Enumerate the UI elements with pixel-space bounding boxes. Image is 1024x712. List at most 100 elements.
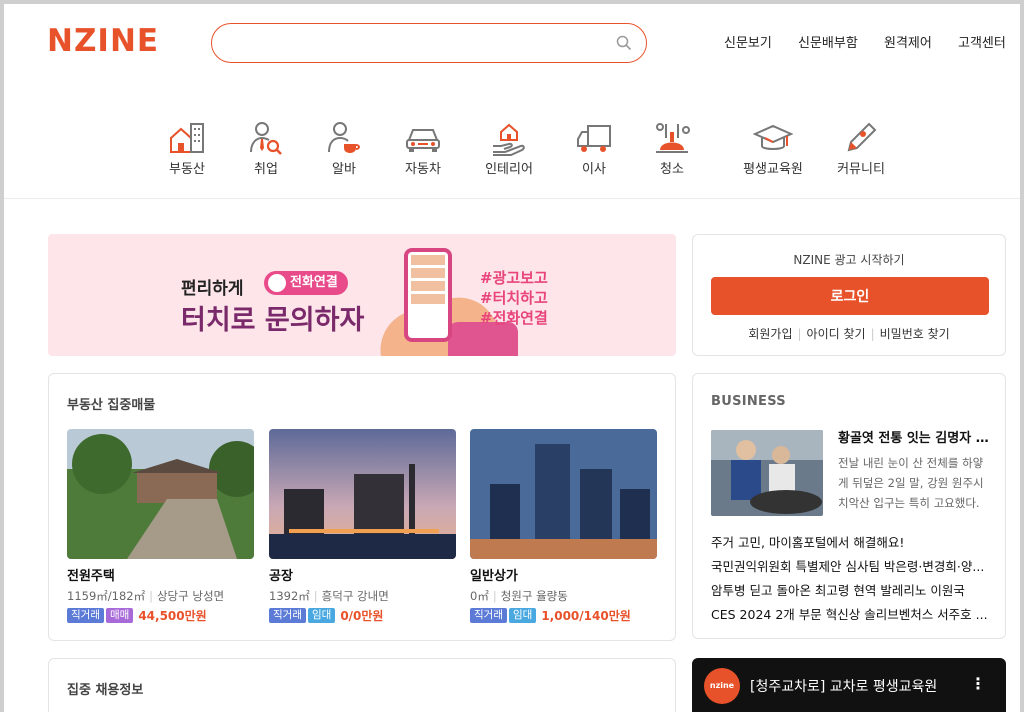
property-price: 1,000/140만원 xyxy=(541,608,631,623)
badge-direct: 직거래 xyxy=(67,608,104,623)
more-options-icon[interactable]: ⋮ xyxy=(970,674,986,693)
category-label: 부동산 xyxy=(169,162,205,177)
category-parttime[interactable]: 알바 xyxy=(304,118,384,179)
category-label: 이사 xyxy=(582,162,606,177)
call-pill-label: 전화연결 xyxy=(290,275,338,290)
property-price: 0/0만원 xyxy=(340,608,384,623)
category-jobs[interactable]: 취업 xyxy=(226,118,306,179)
banner-tag: #터치하고 xyxy=(480,289,548,307)
header: NZINE 신문보기 신문배부함 원격제어 고객센터 xyxy=(0,0,1024,90)
property-title: 공장 xyxy=(269,569,293,584)
badge-lease: 임대 xyxy=(307,608,336,623)
badge-lease: 임대 xyxy=(508,608,537,623)
category-label: 평생교육원 xyxy=(743,162,803,177)
property-meta: 직거래 임대 0/0만원 xyxy=(269,607,456,624)
category-label: 자동차 xyxy=(405,162,441,177)
list-item[interactable]: 국민권익위원회 특별제안 심사팀 박은령·변경희·양... xyxy=(711,555,993,579)
person-search-icon xyxy=(250,122,282,155)
property-info: 1159㎡/182㎡ | 상당구 낭성면 xyxy=(67,589,225,603)
category-cleaning[interactable]: 청소 xyxy=(632,118,712,179)
list-item[interactable]: CES 2024 2개 부문 혁신상 솔리브벤처스 서주호 ... xyxy=(711,603,993,627)
category-label: 인테리어 xyxy=(485,162,533,177)
section-title: BUSINESS xyxy=(711,394,786,409)
login-links: 회원가입 | 아이디 찾기 | 비밀번호 찾기 xyxy=(748,327,950,341)
ad-banner[interactable]: 편리하게 전화연결 터치로 문의하자 #광고보고 #터치하고 #전화연결 xyxy=(48,234,676,356)
category-label: 취업 xyxy=(254,162,278,177)
category-bar: 부동산 취업 알바 자동차 인테리어 이사 청소 평생교육원 커뮤니티 xyxy=(0,118,1024,188)
video-title[interactable]: [청주교차로] 교차로 평생교육원 xyxy=(750,676,960,696)
find-id-link[interactable]: 아이디 찾기 xyxy=(807,327,866,341)
property-card[interactable]: 전원주택 1159㎡/182㎡ | 상당구 낭성면 직거래 매매 44,500만원 xyxy=(67,429,254,624)
car-icon xyxy=(406,129,440,152)
banner-line2: 터치로 문의하자 xyxy=(181,305,365,336)
banner-tag: #광고보고 xyxy=(480,269,548,287)
video-player[interactable]: nzine [청주교차로] 교차로 평생교육원 ⋮ xyxy=(692,658,1006,712)
realestate-section: 부동산 집중매물 전원주택 1159㎡/182㎡ | 상당구 낭성면 직거래 매매 44… xyxy=(48,373,676,641)
property-area: 1159㎡/182㎡ xyxy=(67,589,146,603)
category-label: 알바 xyxy=(332,162,356,177)
business-photo[interactable] xyxy=(711,430,823,516)
badge-sale: 매매 xyxy=(105,608,134,623)
category-lifelong-education[interactable]: 평생교육원 xyxy=(723,118,823,179)
category-real-estate[interactable]: 부동산 xyxy=(147,118,227,179)
property-title: 일반상가 xyxy=(470,569,518,584)
truck-icon xyxy=(577,125,611,152)
property-photo-factory xyxy=(269,429,456,559)
property-location: 상당구 낭성면 xyxy=(156,589,225,603)
top-nav: 신문보기 신문배부함 원격제어 고객센터 xyxy=(0,35,1024,53)
divider xyxy=(4,198,1020,199)
property-card[interactable]: 공장 1392㎡ | 흥덕구 강내면 직거래 임대 0/0만원 xyxy=(269,429,456,624)
building-icon xyxy=(170,123,204,153)
login-box: NZINE 광고 시작하기 로그인 회원가입 | 아이디 찾기 | 비밀번호 찾기 xyxy=(692,234,1006,356)
business-headline[interactable]: 황골엿 전통 잇는 김명자 명인 xyxy=(838,430,990,448)
category-moving[interactable]: 이사 xyxy=(554,118,634,179)
nav-customer-center[interactable]: 고객센터 xyxy=(958,35,1006,53)
cleaning-icon xyxy=(656,123,690,153)
property-area: 0㎡ xyxy=(470,589,489,603)
category-community[interactable]: 커뮤니티 xyxy=(821,118,901,179)
channel-avatar[interactable]: nzine xyxy=(704,668,740,704)
property-area: 1392㎡ xyxy=(269,589,310,603)
property-meta: 직거래 매매 44,500만원 xyxy=(67,607,254,624)
badge-direct: 직거래 xyxy=(470,608,507,623)
nav-newspaper[interactable]: 신문보기 xyxy=(724,35,772,53)
property-photo-commercial xyxy=(470,429,657,559)
banner-line1: 편리하게 xyxy=(181,279,244,299)
property-card[interactable]: 일반상가 0㎡ | 청원구 율량동 직거래 임대 1,000/140만원 xyxy=(470,429,657,624)
find-password-link[interactable]: 비밀번호 찾기 xyxy=(880,327,950,341)
property-location: 청원구 율량동 xyxy=(500,589,568,603)
login-title: NZINE 광고 시작하기 xyxy=(793,253,905,267)
section-title: 부동산 집중매물 xyxy=(67,398,156,413)
phone-icon xyxy=(268,274,286,292)
login-button[interactable]: 로그인 xyxy=(711,277,989,315)
business-list: 주거 고민, 마이홈포털에서 해결해요! 국민권익위원회 특별제안 심사팀 박은… xyxy=(711,531,993,627)
house-hand-icon xyxy=(493,123,525,156)
nav-remote-control[interactable]: 원격제어 xyxy=(884,35,932,53)
category-car[interactable]: 자동차 xyxy=(383,118,463,179)
badge-direct: 직거래 xyxy=(269,608,306,623)
phone-illustration xyxy=(404,248,452,342)
property-info: 1392㎡ | 흥덕구 강내면 xyxy=(269,589,389,603)
banner-tags: #광고보고 #터치하고 #전화연결 xyxy=(480,268,548,328)
property-title: 전원주택 xyxy=(67,569,115,584)
category-interior[interactable]: 인테리어 xyxy=(469,118,549,179)
business-description: 전날 내린 눈이 산 전체를 하얗게 뒤덮은 2일 말, 강원 원주시 치악산 … xyxy=(838,456,984,510)
category-label: 커뮤니티 xyxy=(837,162,885,177)
person-cup-icon xyxy=(328,122,360,153)
call-pill: 전화연결 xyxy=(264,271,348,295)
category-label: 청소 xyxy=(660,162,684,177)
graduation-cap-icon xyxy=(753,124,793,150)
jobs-section: 집중 채용정보 xyxy=(48,658,676,712)
property-location: 흥덕구 강내면 xyxy=(321,589,389,603)
property-info: 0㎡ | 청원구 율량동 xyxy=(470,589,568,603)
business-section: BUSINESS 황골엿 전통 잇는 김명자 명인 전날 내린 눈이 산 전체를… xyxy=(692,373,1006,639)
pen-icon xyxy=(847,122,877,152)
list-item[interactable]: 주거 고민, 마이홈포털에서 해결해요! xyxy=(711,531,993,555)
property-photo-house xyxy=(67,429,254,559)
property-meta: 직거래 임대 1,000/140만원 xyxy=(470,607,657,624)
signup-link[interactable]: 회원가입 xyxy=(748,327,792,341)
banner-tag: #전화연결 xyxy=(480,309,548,327)
list-item[interactable]: 암투병 딛고 돌아온 최고령 현역 발레리노 이원국 xyxy=(711,579,993,603)
section-title: 집중 채용정보 xyxy=(67,683,144,698)
nav-distribution-box[interactable]: 신문배부함 xyxy=(798,35,858,53)
